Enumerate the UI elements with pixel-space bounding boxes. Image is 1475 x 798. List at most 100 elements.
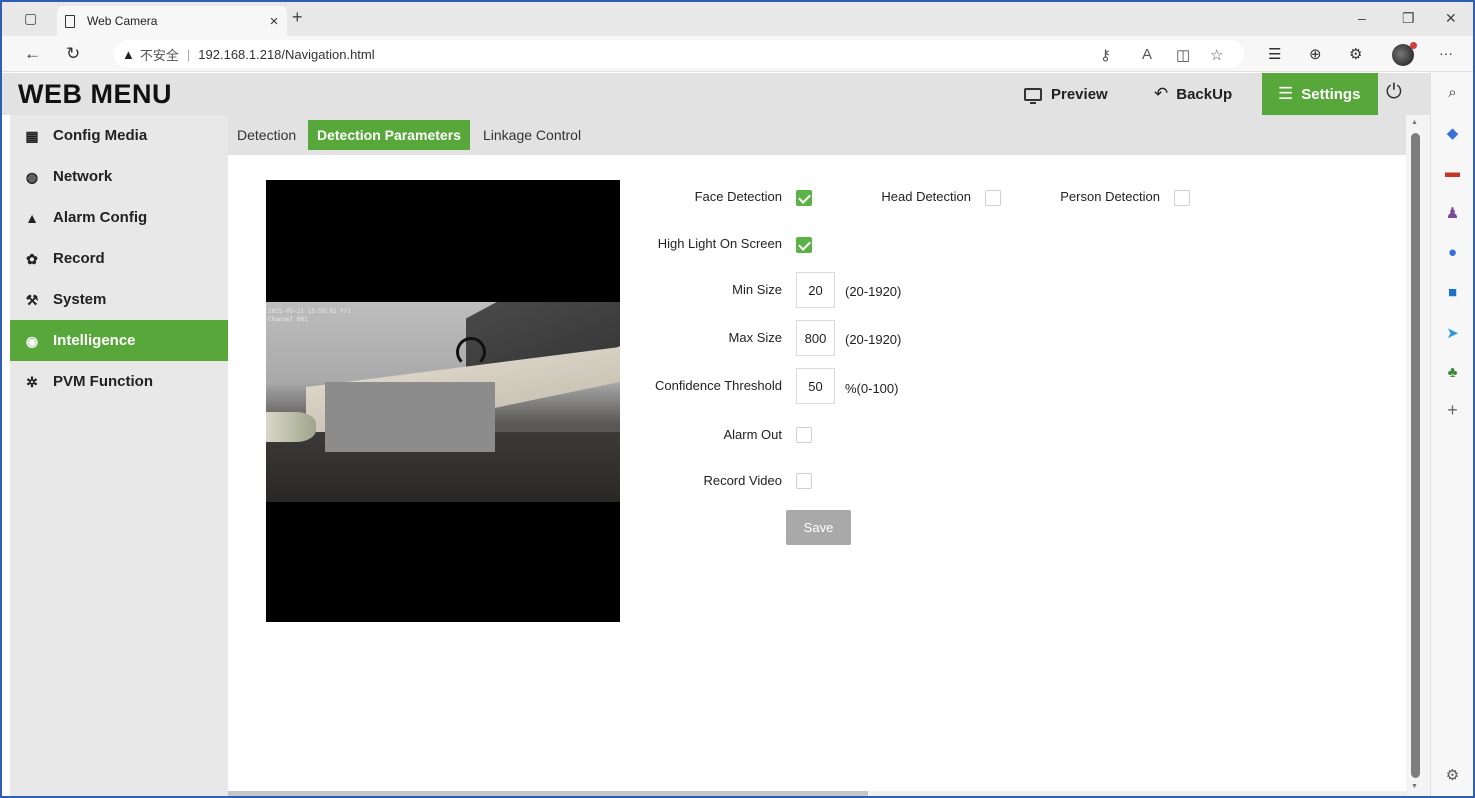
reader-view-icon[interactable]: ◫ [1176,46,1190,64]
preview-button[interactable]: Preview [1024,73,1108,115]
save-button[interactable]: Save [786,510,851,545]
sidebar-item-label: Alarm Config [53,209,148,226]
page-icon [65,14,75,28]
brand-title: WEB MENU [18,79,172,109]
confidence-input[interactable]: 50 [796,368,835,404]
highlight-checkbox[interactable] [796,237,812,253]
browser-side-panel: ⌕ ◆ ▬ ♟ ● ■ ➤ ♣ + ⚙ [1430,72,1473,796]
settings-icon[interactable]: ⚙ [1431,766,1474,784]
send-icon[interactable]: ➤ [1431,324,1474,342]
collections-icon[interactable]: ⊕ [1309,45,1322,63]
scroll-up-icon[interactable]: ▲ [1411,119,1418,126]
sidebar-item-config-media[interactable]: ▦ Config Media [10,115,228,156]
refresh-icon[interactable]: ↻ [66,44,80,64]
osd-timestamp: 2025-05-21 15:59:02 Fri [268,308,352,315]
scroll-down-icon[interactable]: ▼ [1411,783,1418,790]
extensions-icon[interactable]: ⚙ [1349,45,1362,63]
confidence-label: Confidence Threshold [655,378,782,393]
vertical-scrollbar[interactable]: ▲ ▼ [1406,115,1430,796]
sidebar-item-record[interactable]: ✿ Record [10,238,228,279]
add-icon[interactable]: + [1431,400,1474,421]
wrench-icon: ⚒ [25,291,39,308]
list-icon: ☰ [1278,84,1294,103]
sidebar-item-network[interactable]: ◍ Network [10,156,228,197]
back-icon[interactable]: ← [24,44,41,64]
record-video-label: Record Video [703,473,782,488]
favorite-star-icon[interactable]: ☆ [1210,46,1223,64]
warning-icon: ▲ [122,46,135,62]
horizontal-scrollbar[interactable] [228,791,1406,796]
scene-object [266,412,316,442]
key-icon[interactable]: ⚷ [1100,46,1111,64]
app-header: WEB MENU Preview ↶ BackUp ☰ Settings ⏻ [2,73,1430,115]
tab-detection[interactable]: Detection [228,120,305,150]
horizontal-scroll-thumb[interactable] [228,791,868,796]
max-size-label: Max Size [728,330,782,345]
person-detection-checkbox[interactable] [1174,190,1190,206]
sidebar-item-label: PVM Function [53,373,153,390]
insecure-label: 不安全 [139,47,179,63]
sidebar-item-alarm-config[interactable]: ▲ Alarm Config [10,197,228,238]
settings-button[interactable]: ☰ Settings [1262,73,1378,115]
tab-close-icon[interactable]: × [261,13,287,30]
globe-icon: ◍ [25,168,39,185]
url-input[interactable]: ▲ 不安全 | 192.168.1.218/Navigation.html ⚷ … [114,40,1244,68]
sidebar-item-label: System [53,291,107,308]
office-icon[interactable]: ● [1431,244,1474,261]
preview-label: Preview [1051,85,1108,103]
sidebar-item-system[interactable]: ⚒ System [10,279,228,320]
settings-label: Settings [1301,85,1361,103]
max-size-input[interactable]: 800 [796,320,835,356]
video-osd: 2025-05-21 15:59:02 Fri Channel 001 [268,308,351,324]
tab-linkage-control[interactable]: Linkage Control [474,120,590,150]
url-text: 192.168.1.218/Navigation.html [198,46,375,62]
gear-icon: ✲ [26,373,38,390]
min-size-label: Min Size [732,282,782,297]
new-tab-icon[interactable]: + [292,7,303,28]
head-detection-checkbox[interactable] [985,190,1001,206]
games-icon[interactable]: ♟ [1431,204,1474,222]
face-detection-checkbox[interactable] [796,190,812,206]
browser-titlebar: ▢ Web Camera × + – ❐ ✕ [2,2,1473,36]
search-icon[interactable]: ⌕ [1431,84,1474,101]
min-size-range: (20-1920) [845,284,902,299]
undo-icon: ↶ [1154,84,1169,103]
favorites-icon[interactable]: ☰ [1268,45,1281,63]
vertical-scroll-thumb[interactable] [1411,133,1420,778]
outlook-icon[interactable]: ■ [1431,284,1474,301]
sidebar-item-intelligence[interactable]: ◉ Intelligence [10,320,228,361]
osd-channel: Channel 001 [268,316,308,323]
restore-icon[interactable]: ❐ [1402,10,1415,27]
backup-label: BackUp [1176,85,1233,103]
alarm-out-label: Alarm Out [723,427,782,442]
profile-avatar[interactable] [1392,42,1417,66]
tree-icon[interactable]: ♣ [1431,364,1474,381]
film-reel-icon: ✿ [26,250,38,267]
briefcase-icon[interactable]: ▬ [1431,164,1474,181]
browser-tab[interactable]: Web Camera × [57,6,287,36]
confidence-range: %(0-100) [845,381,899,396]
read-aloud-icon[interactable]: A [1142,46,1152,63]
tab-actions-icon[interactable]: ▢ [24,10,37,27]
alarm-out-checkbox[interactable] [796,427,812,443]
intelligence-icon: ◉ [25,332,39,349]
tag-icon[interactable]: ◆ [1431,124,1474,142]
minimize-icon[interactable]: – [1358,10,1366,26]
sidebar-item-label: Config Media [53,127,148,144]
detection-region [325,382,495,452]
record-video-checkbox[interactable] [796,473,812,489]
sidebar-item-pvm-function[interactable]: ✲ PVM Function [10,361,228,402]
sidebar-item-label: Network [53,168,113,185]
monitor-icon [1024,87,1042,104]
scene-cable [456,337,486,367]
address-bar-row: ← ↻ ▲ 不安全 | 192.168.1.218/Navigation.htm… [2,36,1473,72]
min-size-input[interactable]: 20 [796,272,835,308]
url-separator: | [186,46,191,62]
backup-button[interactable]: ↶ BackUp [1154,73,1232,115]
sidebar-item-label: Intelligence [53,332,136,349]
power-icon[interactable]: ⏻ [1386,81,1402,104]
tab-detection-parameters[interactable]: Detection Parameters [308,120,470,150]
close-window-icon[interactable]: ✕ [1445,10,1457,27]
more-menu-icon[interactable]: ··· [1439,45,1453,61]
video-preview[interactable]: 2025-05-21 15:59:02 Fri Channel 001 [266,180,620,622]
